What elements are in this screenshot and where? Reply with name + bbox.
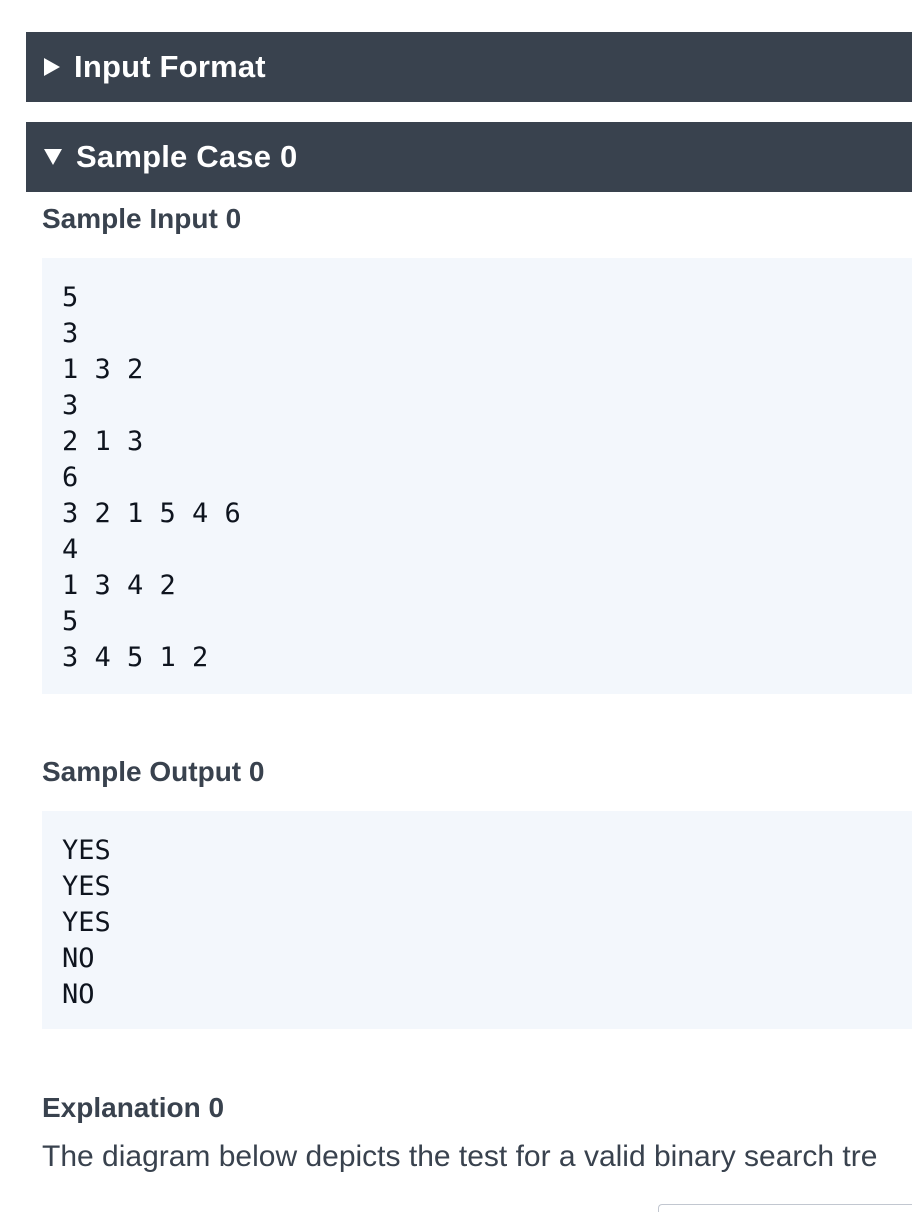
code-line: 5 — [62, 282, 79, 313]
code-line: 4 — [62, 534, 79, 565]
code-line: 3 2 1 5 4 6 — [62, 498, 241, 529]
sample-case-label: Sample Case 0 — [76, 139, 298, 174]
code-line: YES — [62, 907, 111, 938]
triangle-down-icon — [44, 149, 62, 165]
code-line: 2 1 3 — [62, 426, 144, 457]
code-line: NO — [62, 943, 95, 974]
sample-output-code-block[interactable]: YES YES YES NO NO — [42, 811, 912, 1029]
sample-output-heading: Sample Output 0 — [42, 756, 265, 787]
code-line: 3 — [62, 390, 79, 421]
explanation-text: The diagram below depicts the test for a… — [42, 1140, 878, 1173]
explanation-heading: Explanation 0 — [42, 1092, 225, 1123]
code-line: YES — [62, 871, 111, 902]
input-format-toggle[interactable]: Input Format — [26, 32, 912, 102]
triangle-right-icon — [44, 58, 60, 76]
diagram-image-frame — [658, 1204, 912, 1212]
sample-input-code-block[interactable]: 5 3 1 3 2 3 2 1 3 6 3 2 1 5 4 6 4 1 3 4 … — [42, 258, 912, 694]
sample-case-toggle[interactable]: Sample Case 0 — [26, 122, 912, 192]
code-line: YES — [62, 835, 111, 866]
input-format-label: Input Format — [74, 49, 266, 84]
code-line: 1 3 4 2 — [62, 570, 176, 601]
code-line: 5 — [62, 606, 79, 637]
code-line: 3 4 5 1 2 — [62, 642, 209, 673]
problem-page: Input Format Sample Case 0 Sample Input … — [0, 0, 912, 1212]
sample-input-heading: Sample Input 0 — [42, 203, 242, 234]
code-line: 6 — [62, 462, 79, 493]
code-line: 3 — [62, 318, 79, 349]
code-line: 1 3 2 — [62, 354, 144, 385]
code-line: NO — [62, 979, 95, 1010]
